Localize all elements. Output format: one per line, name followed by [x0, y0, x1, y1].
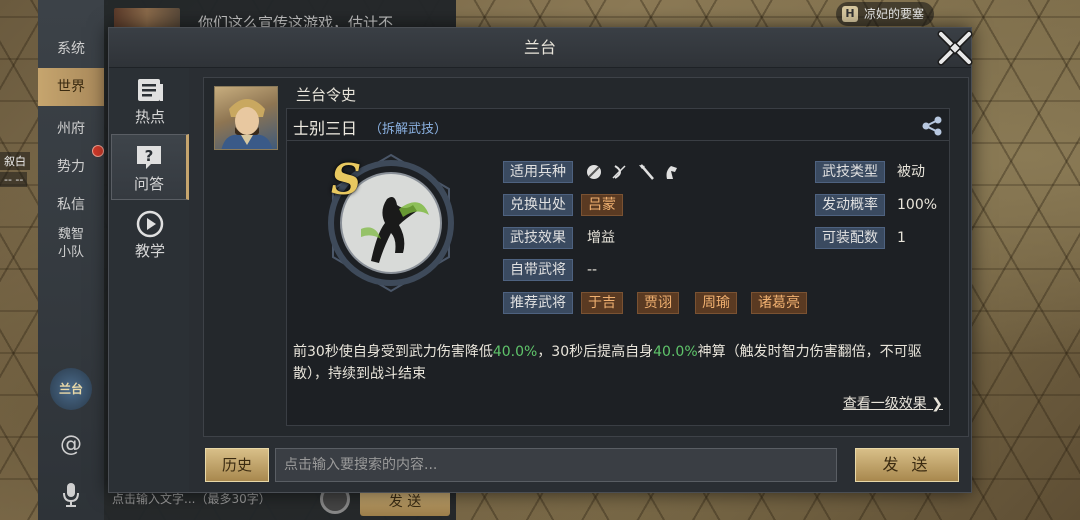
own-general-value: -- [587, 262, 598, 278]
skill-type-value: 被动 [897, 164, 925, 180]
label-rate: 发动概率 [815, 194, 885, 216]
side-tab-system[interactable]: 系统 [38, 32, 104, 66]
general-portrait-icon [221, 99, 273, 149]
map-tag-left-2: -- -- [0, 172, 28, 187]
play-icon [136, 210, 164, 238]
label-recommend: 推荐武将 [503, 292, 573, 314]
skill-card: 士别三日 （拆解武技） S 适用兵种 兑换出处 吕蒙 武技效果 增益 自带武将 … [286, 108, 950, 426]
effect-value: 增益 [587, 230, 615, 246]
label-slots: 可装配数 [815, 227, 885, 249]
label-troop: 适用兵种 [503, 161, 573, 183]
notification-dot [92, 145, 104, 157]
side-tab-world[interactable]: 世界 [38, 68, 104, 106]
modal-nav: 热点 ? 问答 教学 [109, 68, 189, 492]
skill-title-row: 士别三日 （拆解武技） [287, 109, 949, 141]
question-icon: ? [137, 146, 161, 169]
label-source: 兑换出处 [503, 194, 573, 216]
skill-subtitle: （拆解武技） [369, 122, 448, 137]
message-area: 兰台令史 士别三日 （拆解武技） S 适用兵种 兑换出处 吕蒙 武技效果 增益 … [203, 77, 969, 437]
modal-header: 兰台 [109, 28, 971, 68]
nav-hotspot[interactable]: 热点 [111, 68, 189, 134]
recommend-general-3[interactable]: 周瑜 [695, 292, 737, 314]
history-button[interactable]: 历史 [205, 448, 269, 482]
avatar[interactable] [214, 86, 278, 150]
modal-title: 兰台 [523, 38, 556, 57]
close-icon[interactable] [931, 24, 979, 72]
side-tab-private[interactable]: 私信 [38, 188, 104, 222]
label-own-general: 自带武将 [503, 259, 573, 281]
nav-tutorial-label: 教学 [134, 242, 165, 260]
lantai-icon[interactable]: 兰台 [50, 368, 92, 410]
slots-value: 1 [897, 230, 906, 246]
lantai-modal: 兰台 热点 ? 问答 教学 兰台令史 士别三日 （拆解武技） S 适用兵种 兑换… [108, 27, 973, 493]
more-link-label: 查看一级效果 [842, 396, 927, 412]
nav-qa[interactable]: ? 问答 [111, 134, 189, 200]
svg-text:?: ? [145, 147, 154, 165]
map-location-label[interactable]: H 凉妃的要塞 [836, 2, 935, 26]
share-icon[interactable] [921, 115, 943, 137]
news-icon [138, 79, 163, 101]
sender-name: 兰台令史 [296, 86, 357, 104]
skill-grade: S [331, 155, 362, 204]
view-level-one-effect-link[interactable]: 查看一级效果 ❯ [843, 393, 943, 413]
fortress-icon: H [842, 6, 858, 22]
desc-highlight-2: 40.0% [653, 344, 698, 360]
side-tab-team[interactable]: 魏智 小队 [38, 226, 104, 266]
recommend-general-2[interactable]: 贾诩 [637, 292, 679, 314]
desc-part-2: ，30秒后提高自身 [537, 344, 654, 360]
nav-hotspot-label: 热点 [134, 108, 165, 126]
mention-icon[interactable]: @ [58, 432, 84, 458]
send-button[interactable]: 发 送 [855, 448, 959, 482]
desc-highlight-1: 40.0% [492, 344, 538, 360]
recommend-general-4[interactable]: 诸葛亮 [751, 292, 807, 314]
recommend-general-1[interactable]: 于吉 [581, 292, 623, 314]
troop-type-icons [587, 164, 677, 180]
map-location-text: 凉妃的要塞 [864, 7, 925, 21]
nav-qa-label: 问答 [133, 175, 164, 193]
desc-part-1: 前30秒使自身受到武力伤害降低 [293, 344, 493, 360]
label-skill-type: 武技类型 [815, 161, 885, 183]
label-effect: 武技效果 [503, 227, 573, 249]
skill-description: 前30秒使自身受到武力伤害降低40.0%，30秒后提高自身40.0%神算（触发时… [293, 341, 943, 385]
nav-tutorial[interactable]: 教学 [111, 202, 189, 268]
chevron-right-icon: ❯ [931, 396, 943, 412]
map-tag-left-1: 叙白 [0, 152, 30, 170]
microphone-icon[interactable] [62, 482, 80, 508]
skill-name: 士别三日 [293, 119, 358, 138]
side-tab-prefecture[interactable]: 州府 [38, 112, 104, 146]
search-bar: 历史 发 送 [189, 440, 971, 492]
source-general-tag[interactable]: 吕蒙 [581, 194, 623, 216]
rate-value: 100% [897, 197, 938, 213]
search-input[interactable] [275, 448, 837, 482]
